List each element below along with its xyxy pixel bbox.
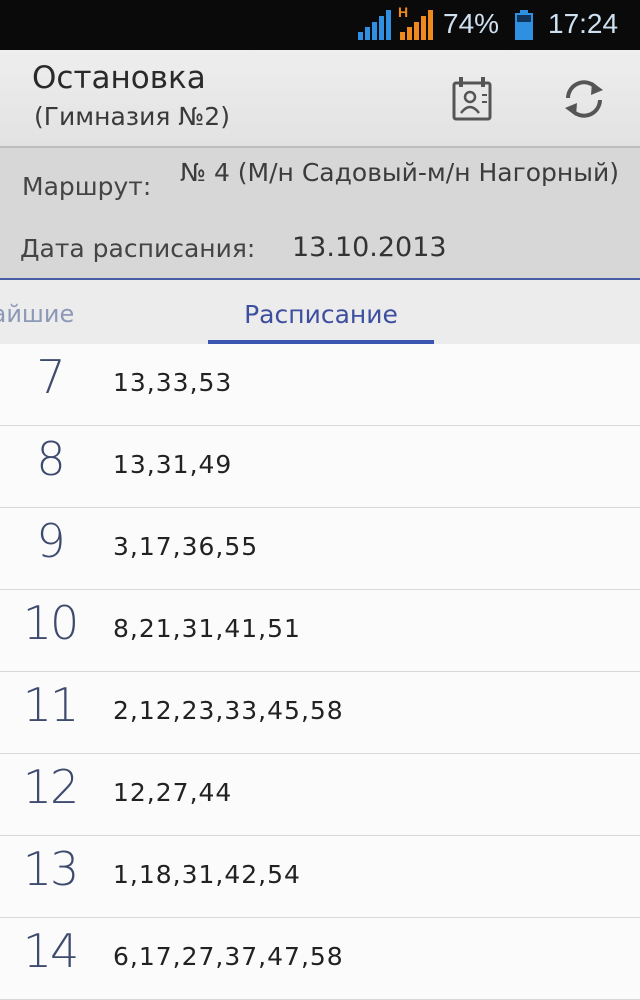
minutes-list: 13,31,49	[113, 450, 233, 479]
schedule-row: 14 6,17,27,37,47,58	[0, 918, 640, 1000]
hour-label: 12	[22, 760, 80, 814]
hour-label: 14	[22, 924, 80, 978]
hour-label: 8	[36, 432, 65, 486]
tab-schedule[interactable]: Расписание	[208, 280, 434, 344]
hour-label: 11	[22, 678, 80, 732]
refresh-icon	[565, 80, 603, 118]
mobile-data-signal-icon	[400, 10, 433, 40]
schedule-row: 9 3,17,36,55	[0, 508, 640, 590]
hour-label: 9	[36, 514, 65, 568]
status-bar: H 74% 17:24	[0, 0, 640, 50]
route-info-panel: Маршрут: № 4 (М/н Садовый-м/н Нагорный) …	[0, 148, 640, 280]
schedule-row: 8 13,31,49	[0, 426, 640, 508]
page-title: Остановка	[32, 60, 206, 96]
hour-label: 10	[22, 596, 80, 650]
minutes-list: 2,12,23,33,45,58	[113, 696, 344, 725]
minutes-list: 12,27,44	[113, 778, 233, 807]
hour-label: 7	[36, 350, 65, 404]
minutes-list: 3,17,36,55	[113, 532, 259, 561]
tab-bar: жайшие Расписание	[0, 280, 640, 344]
schedule-date-value: 13.10.2013	[292, 232, 447, 263]
schedule-card-button[interactable]	[445, 72, 499, 126]
signal-icon	[358, 10, 391, 40]
schedule-row: 11 2,12,23,33,45,58	[0, 672, 640, 754]
minutes-list: 1,18,31,42,54	[113, 860, 301, 889]
minutes-list: 6,17,27,37,47,58	[113, 942, 344, 971]
schedule-card-icon	[452, 77, 492, 121]
tab-nearest[interactable]: жайшие	[0, 300, 74, 328]
schedule-date-label: Дата расписания:	[20, 234, 256, 263]
tab-schedule-label: Расписание	[244, 300, 398, 329]
hour-label: 13	[22, 842, 80, 896]
page-subtitle: (Гимназия №2)	[34, 102, 230, 131]
schedule-row: 7 13,33,53	[0, 344, 640, 426]
schedule-row: 12 12,27,44	[0, 754, 640, 836]
clock: 17:24	[548, 8, 619, 39]
action-bar: Остановка (Гимназия №2)	[0, 50, 640, 148]
schedule-row: 13 1,18,31,42,54	[0, 836, 640, 918]
battery-icon	[515, 10, 533, 40]
schedule-list[interactable]: 7 13,33,53 8 13,31,49 9 3,17,36,55 10 8,…	[0, 344, 640, 1000]
schedule-row: 10 8,21,31,41,51	[0, 590, 640, 672]
battery-percent: 74%	[443, 8, 500, 39]
minutes-list: 13,33,53	[113, 368, 233, 397]
route-label: Маршрут:	[22, 172, 152, 201]
route-value: № 4 (М/н Садовый-м/н Нагорный)	[180, 158, 620, 187]
minutes-list: 8,21,31,41,51	[113, 614, 301, 643]
refresh-button[interactable]	[557, 72, 611, 126]
